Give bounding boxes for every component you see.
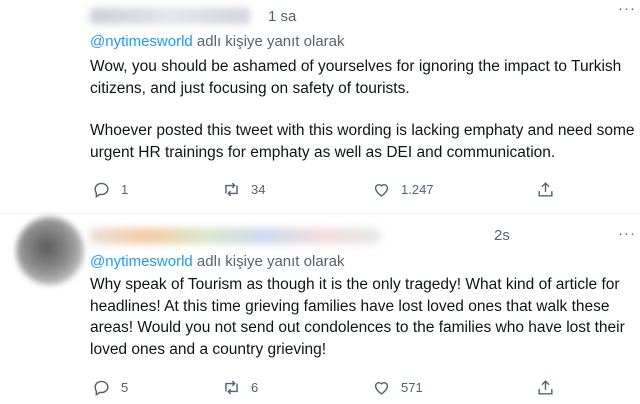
reply-button[interactable]: 1 <box>92 178 128 200</box>
reply-icon <box>94 380 109 396</box>
like-button[interactable]: 571 <box>372 376 423 398</box>
tweet-paragraph: Why speak of Tourism as though it is the… <box>90 276 625 358</box>
tweet-header <box>90 226 380 246</box>
reply-handle-link[interactable]: @nytimesworld <box>90 253 193 270</box>
retweet-button[interactable]: 6 <box>222 376 258 398</box>
reply-handle-link[interactable]: @nytimesworld <box>90 33 193 50</box>
author-name-blurred[interactable] <box>90 8 250 24</box>
reply-count: 5 <box>121 379 129 395</box>
retweet-count: 34 <box>251 181 266 197</box>
tweet-header <box>90 6 250 26</box>
heart-icon <box>374 183 389 197</box>
heart-icon <box>374 381 389 395</box>
share-button[interactable] <box>536 178 555 200</box>
share-icon <box>538 379 553 395</box>
tweet-time[interactable]: 1 sa <box>268 8 296 25</box>
retweet-icon <box>225 380 238 394</box>
like-count: 1.247 <box>401 181 434 197</box>
author-name-blurred[interactable] <box>90 228 380 244</box>
reply-feed: 1 sa ··· @nytimesworld adlı kişiye yanıt… <box>0 0 640 404</box>
replying-to: @nytimesworld adlı kişiye yanıt olarak <box>90 33 345 50</box>
like-count: 571 <box>401 379 423 395</box>
tweet-actions: 5 6 571 <box>0 376 640 398</box>
share-button[interactable] <box>536 376 555 398</box>
tweet-time[interactable]: 2s <box>494 227 510 244</box>
more-options-icon[interactable]: ··· <box>618 0 636 17</box>
share-icon <box>538 181 553 197</box>
tweet-paragraph: Wow, you should be ashamed of yourselves… <box>90 58 622 97</box>
retweet-count: 6 <box>251 379 259 395</box>
reply-suffix: adlı kişiye yanıt olarak <box>192 33 345 50</box>
tweet-paragraph: Whoever posted this tweet with this word… <box>90 122 635 161</box>
reply-icon <box>94 182 109 198</box>
tweet-actions: 1 34 1.247 <box>0 178 640 200</box>
tweet-text: Wow, you should be ashamed of yourselves… <box>90 56 635 163</box>
tweet-text: Why speak of Tourism as though it is the… <box>90 274 635 360</box>
reply-button[interactable]: 5 <box>92 376 128 398</box>
replying-to: @nytimesworld adlı kişiye yanıt olarak <box>90 253 345 270</box>
more-options-icon[interactable]: ··· <box>618 225 636 242</box>
reply-count: 1 <box>121 181 129 197</box>
like-button[interactable]: 1.247 <box>372 178 434 200</box>
retweet-icon <box>225 182 238 196</box>
reply-suffix: adlı kişiye yanıt olarak <box>192 253 345 270</box>
retweet-button[interactable]: 34 <box>222 178 265 200</box>
avatar[interactable] <box>16 217 84 285</box>
